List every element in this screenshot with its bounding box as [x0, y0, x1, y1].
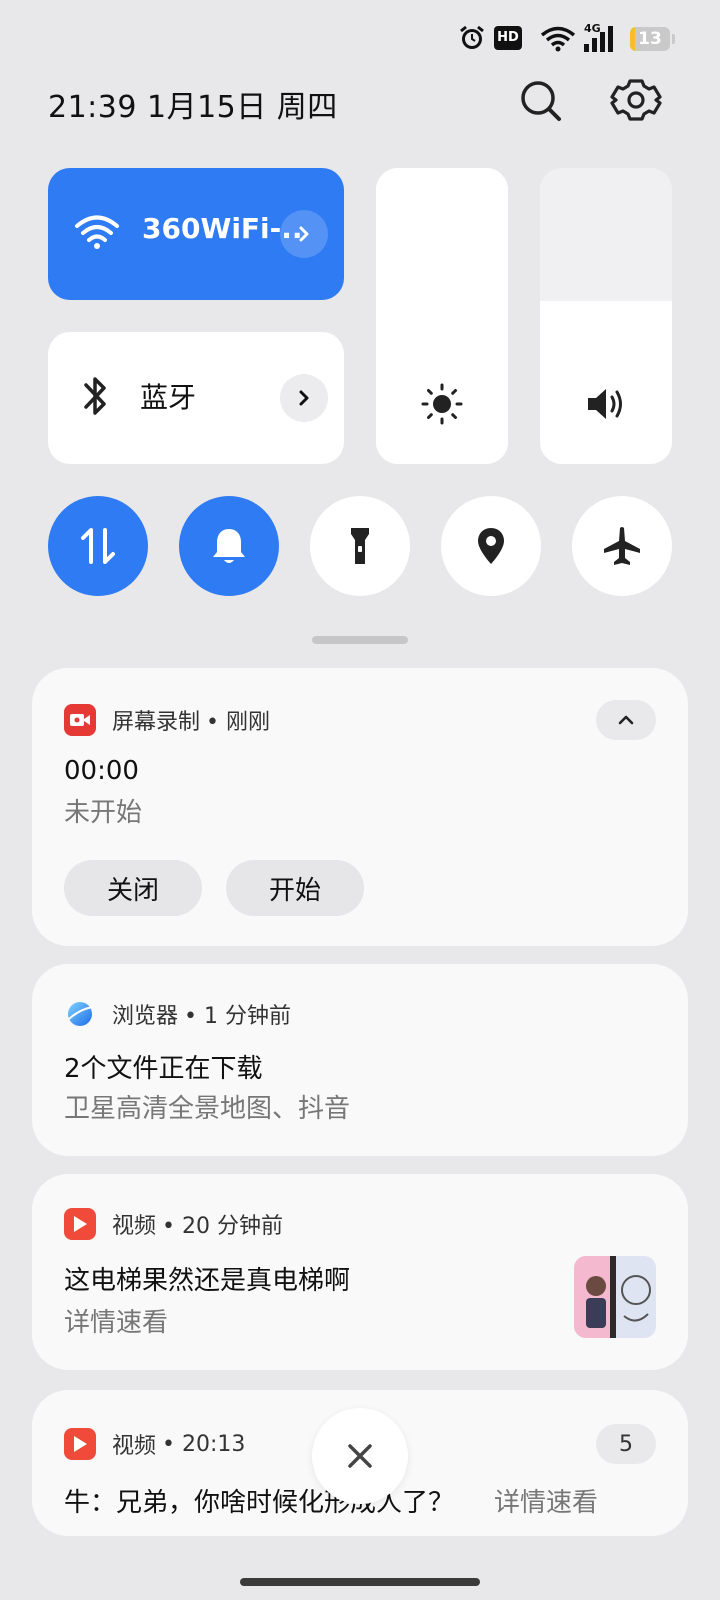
notification-title: 2个文件正在下载	[64, 1054, 263, 1084]
notification-time: • 20 分钟前	[162, 1214, 283, 1239]
alarm-icon	[460, 25, 484, 49]
search-icon	[521, 81, 561, 121]
bluetooth-tile[interactable]: 蓝牙	[48, 332, 344, 464]
clear-all-button[interactable]	[312, 1408, 408, 1504]
start-button[interactable]: 开始	[226, 860, 364, 916]
app-name: 屏幕录制	[112, 710, 201, 735]
notification-header: 视频 • 20 分钟前	[64, 1208, 283, 1240]
video-app-icon	[64, 1428, 96, 1460]
app-name: 视频	[112, 1434, 157, 1459]
group-count-badge[interactable]: 5	[596, 1424, 656, 1464]
battery-level: 13	[638, 29, 662, 49]
bell-icon	[213, 529, 245, 563]
hd-icon: HD	[494, 26, 522, 50]
notification-card-video[interactable]: 视频 • 20 分钟前 这电梯果然还是真电梯啊 详情速看	[32, 1174, 688, 1370]
bluetooth-icon	[84, 377, 106, 415]
notification-time: • 1 分钟前	[184, 1004, 291, 1029]
wifi-tile-icon	[75, 215, 119, 249]
battery-icon: 13	[630, 27, 670, 51]
search-button[interactable]	[510, 70, 570, 130]
notification-header: 视频 • 20:13	[64, 1428, 245, 1460]
location-icon	[478, 528, 504, 564]
volume-slider[interactable]	[540, 168, 672, 464]
flashlight-toggle[interactable]	[310, 496, 410, 596]
close-button[interactable]: 关闭	[64, 860, 202, 916]
wifi-details-button[interactable]	[280, 210, 328, 258]
close-icon	[348, 1444, 372, 1468]
mobile-data-icon	[81, 528, 115, 564]
mobile-data-toggle[interactable]	[48, 496, 148, 596]
notification-card-browser[interactable]: 浏览器 • 1 分钟前 2个文件正在下载 卫星高清全景地图、抖音	[32, 964, 688, 1156]
video-app-icon	[64, 1208, 96, 1240]
app-name: 浏览器	[112, 1004, 179, 1029]
status-bar: HD 4G 13	[0, 0, 720, 80]
notification-subtitle: 卫星高清全景地图、抖音	[64, 1094, 351, 1124]
sun-icon	[421, 383, 463, 425]
flashlight-icon	[351, 528, 369, 564]
video-thumbnail[interactable]	[574, 1256, 656, 1338]
chevron-up-icon	[618, 715, 634, 725]
chevron-right-icon	[299, 226, 309, 242]
settings-button[interactable]	[606, 70, 666, 130]
battery-cap	[672, 34, 675, 44]
notification-title: 00:00	[64, 756, 139, 786]
notification-time: • 刚刚	[206, 710, 270, 735]
notification-time: • 20:13	[162, 1431, 246, 1457]
notification-subtitle: 详情速看	[64, 1308, 169, 1338]
app-name: 视频	[112, 1214, 157, 1239]
airplane-icon	[604, 527, 640, 565]
panel-handle[interactable]	[312, 636, 408, 644]
airplane-mode-toggle[interactable]	[572, 496, 672, 596]
brightness-slider[interactable]	[376, 168, 508, 464]
chevron-right-icon	[299, 390, 309, 406]
datetime-label: 21:39 1月15日 周四	[48, 90, 338, 125]
bluetooth-details-button[interactable]	[280, 374, 328, 422]
notification-subtitle: 详情速看	[494, 1488, 599, 1518]
notification-card-screen-record[interactable]: 屏幕录制 • 刚刚 00:00 未开始 关闭 开始	[32, 668, 688, 946]
bluetooth-tile-label: 蓝牙	[140, 381, 197, 414]
notification-subtitle: 未开始	[64, 798, 143, 828]
browser-app-icon	[64, 998, 96, 1030]
ring-mode-toggle[interactable]	[179, 496, 279, 596]
wifi-icon	[540, 26, 576, 52]
wifi-tile-label: 360WiFi-..	[142, 212, 303, 245]
collapse-button[interactable]	[596, 700, 656, 740]
wifi-tile[interactable]: 360WiFi-..	[48, 168, 344, 300]
home-indicator[interactable]	[240, 1578, 480, 1586]
notification-title: 这电梯果然还是真电梯啊	[64, 1266, 351, 1296]
location-toggle[interactable]	[441, 496, 541, 596]
notification-header: 浏览器 • 1 分钟前	[64, 998, 291, 1030]
notification-header: 屏幕录制 • 刚刚	[64, 704, 270, 736]
4g-signal-icon: 4G	[584, 22, 624, 54]
screen-record-app-icon	[64, 704, 96, 736]
gear-icon	[610, 79, 662, 121]
speaker-icon	[588, 389, 622, 419]
volume-fill	[540, 301, 672, 464]
